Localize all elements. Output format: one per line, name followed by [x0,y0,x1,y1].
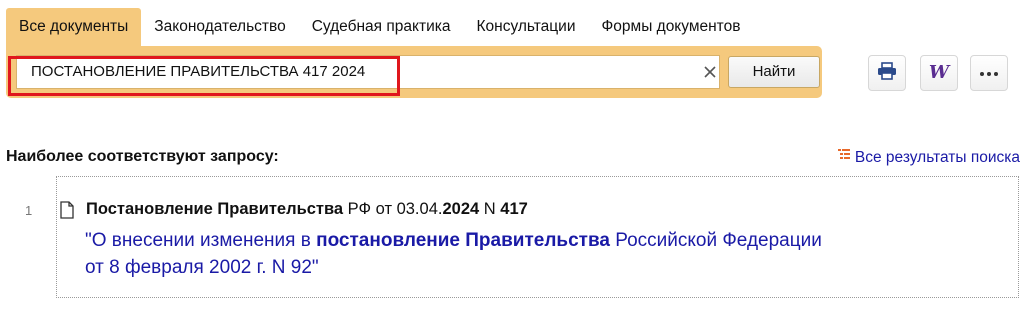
find-button[interactable]: Найти [728,56,820,88]
print-button[interactable] [868,55,906,91]
tab-document-forms[interactable]: Формы документов [589,8,754,46]
title-number-prefix: N [479,200,501,218]
more-horizontal-icon [979,64,999,82]
title-issuer-date: РФ от 03.04. [343,200,443,218]
result-number: 1 [25,203,33,218]
link-text-highlight: постановление Правительства [316,230,610,251]
close-icon[interactable] [699,61,721,83]
tab-all-documents[interactable]: Все документы [6,8,142,46]
all-results-link[interactable]: Все результаты поиска [837,148,1020,167]
search-panel: ПОСТАНОВЛЕНИЕ ПРАВИТЕЛЬСТВА 417 2024 Най… [6,46,822,98]
tab-court-practice[interactable]: Судебная практика [299,8,464,46]
tab-bar: Все документы Законодательство Судебная … [6,8,753,46]
search-query-text[interactable]: ПОСТАНОВЛЕНИЕ ПРАВИТЕЛЬСТВА 417 2024 [31,56,365,88]
link-text-3: от 8 февраля 2002 г. N 92" [85,257,319,278]
more-button[interactable] [970,55,1008,91]
results-heading: Наиболее соответствуют запросу: [6,148,279,165]
title-year: 2024 [442,200,480,218]
result-link[interactable]: "О внесении изменения в постановление Пр… [85,227,945,281]
search-input[interactable]: ПОСТАНОВЛЕНИЕ ПРАВИТЕЛЬСТВА 417 2024 [16,55,720,89]
export-word-button[interactable]: W [920,55,958,91]
title-doc-type: Постановление Правительства [86,200,344,218]
tab-legislation[interactable]: Законодательство [141,8,298,46]
result-title[interactable]: Постановление Правительства РФ от 03.04.… [86,200,528,219]
result-list-icon [837,148,851,167]
link-text-2: Российской Федерации [609,230,822,251]
link-text-1: "О внесении изменения в [85,230,317,251]
all-results-label[interactable]: Все результаты поиска [855,149,1020,167]
word-export-icon: W [928,62,950,83]
document-icon [60,201,74,224]
printer-icon [877,61,897,85]
title-number: 417 [500,200,528,218]
tab-consultations[interactable]: Консультации [463,8,588,46]
